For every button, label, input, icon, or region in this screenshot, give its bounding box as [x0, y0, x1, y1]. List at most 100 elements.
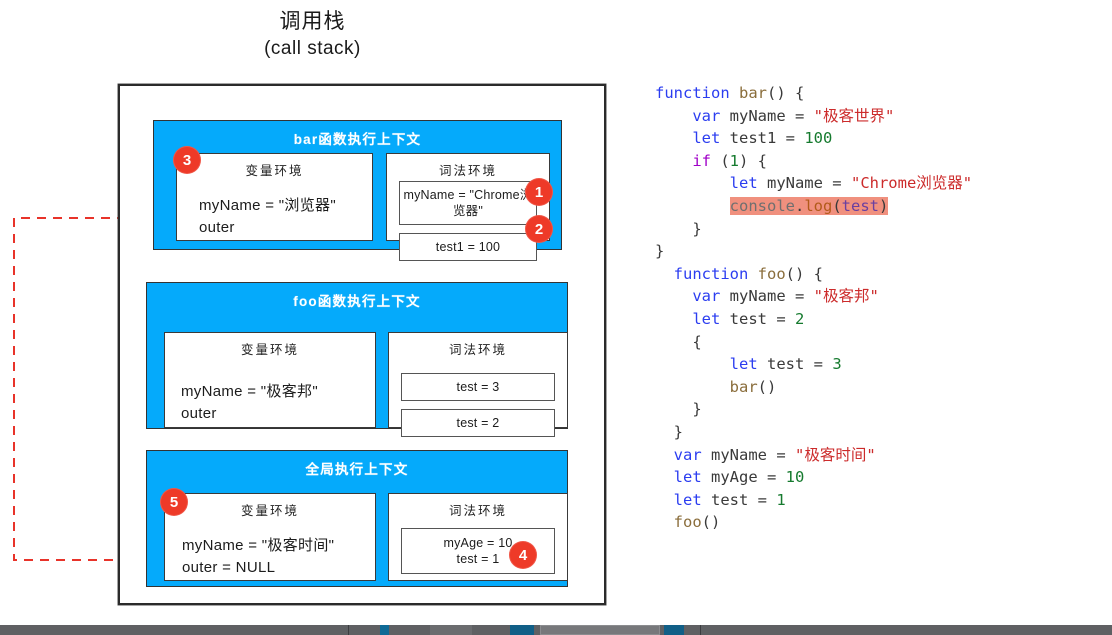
code-token: ) — [879, 196, 889, 215]
taskbar-item[interactable] — [430, 625, 472, 635]
step-badge-1: 1 — [525, 178, 553, 206]
source-code-panel: function bar() { var myName = "极客世界" let… — [655, 82, 1105, 534]
code-token: var — [655, 287, 730, 306]
code-line: } — [655, 398, 1105, 421]
code-line: foo() — [655, 511, 1105, 534]
code-line: bar() — [655, 376, 1105, 399]
code-token: 1 — [729, 151, 740, 170]
variable-environment-heading-foo: 变量环境 — [240, 343, 299, 357]
taskbar-window-field[interactable] — [540, 625, 660, 635]
code-token: var — [655, 106, 730, 125]
code-token: foo — [757, 264, 786, 283]
lexical-item: test1 = 100 — [399, 233, 537, 261]
code-token: test = — [711, 490, 777, 509]
code-token: log — [804, 196, 833, 215]
code-line: console.log(test) — [655, 195, 1105, 218]
code-token: let — [655, 468, 711, 487]
code-line: let test = 1 — [655, 489, 1105, 512]
code-line: function foo() { — [655, 263, 1105, 286]
code-line: } — [655, 240, 1105, 263]
code-token: } — [655, 422, 683, 441]
code-line: var myName = "极客邦" — [655, 285, 1105, 308]
code-token: test — [841, 196, 879, 215]
code-token: let — [655, 490, 711, 509]
variable-environment-bar: 变量环境 myName = "浏览器" outer 3 — [173, 146, 373, 241]
context-title-bar: bar函数执行上下文 — [293, 132, 422, 147]
page-title-cn: 调用栈 — [279, 10, 346, 33]
taskbar-item-highlight[interactable] — [510, 625, 534, 635]
code-line: { — [655, 331, 1105, 354]
code-token: 1 — [776, 490, 786, 509]
code-token: () — [757, 377, 777, 396]
lexical-environment-heading-foo: 词法环境 — [448, 343, 507, 357]
code-token: myName = — [711, 445, 795, 464]
variable-environment-foo: 变量环境 myName = "极客邦" outer — [164, 332, 376, 428]
code-token: "Chrome浏览器" — [850, 174, 973, 193]
var-env-line: outer = NULL — [182, 559, 276, 576]
taskbar-item-secondary[interactable] — [664, 625, 684, 635]
code-line: function bar() { — [655, 82, 1105, 105]
lexical-environment-bar: 词法环境 myName = "Chrome浏览器" test1 = 100 1 … — [386, 153, 553, 261]
taskbar-divider — [700, 625, 701, 635]
execution-context-bar[interactable]: bar函数执行上下文 变量环境 myName = "浏览器" outer 3 词… — [153, 120, 562, 261]
bottom-taskbar — [0, 625, 1112, 635]
code-line: let myAge = 10 — [655, 466, 1105, 489]
lexical-environment-global: 词法环境 myAge = 10 test = 1 4 — [388, 493, 568, 581]
code-token: console — [729, 196, 795, 215]
lexical-environment-foo: 词法环境 test = 3 test = 2 — [388, 332, 568, 437]
var-env-line: outer — [181, 405, 217, 422]
var-env-line: outer — [199, 219, 235, 236]
code-line: let test = 3 — [655, 353, 1105, 376]
step-badge-3: 3 — [173, 146, 201, 174]
code-token: ) { — [739, 151, 768, 170]
lexical-environment-heading-global: 词法环境 — [448, 504, 507, 518]
code-token: ( — [711, 151, 730, 170]
code-token: 10 — [785, 468, 805, 487]
code-token: myName = — [729, 287, 814, 306]
code-token: let — [655, 174, 767, 193]
code-token: myAge = — [711, 468, 786, 487]
code-token: () { — [767, 84, 805, 102]
code-token: foo — [673, 513, 702, 532]
code-token: let — [655, 355, 767, 374]
code-line: var myName = "极客世界" — [655, 105, 1105, 128]
page-title-en: (call stack) — [264, 38, 361, 59]
step-badge-2: 2 — [525, 215, 553, 243]
code-token: () { — [785, 264, 823, 283]
variable-environment-heading-bar: 变量环境 — [245, 164, 304, 178]
step-badge-4: 4 — [509, 541, 537, 569]
code-token: 2 — [794, 309, 805, 328]
code-token: bar — [739, 84, 767, 102]
code-token: } — [655, 242, 665, 261]
code-token: if — [655, 151, 711, 170]
code-line: if (1) { — [655, 150, 1105, 173]
code-token: myName = — [729, 106, 814, 125]
var-env-line: myName = "浏览器" — [199, 197, 336, 214]
taskbar-item-active[interactable] — [380, 625, 389, 635]
code-token: "极客世界" — [813, 106, 895, 125]
page-title: 调用栈 (call stack) — [0, 8, 625, 62]
code-token: function — [655, 264, 758, 283]
lexical-environment-heading-bar: 词法环境 — [438, 164, 497, 178]
variable-environment-global: 变量环境 myName = "极客时间" outer = NULL 5 — [160, 488, 376, 581]
step-badge-5: 5 — [160, 488, 188, 516]
code-token: 100 — [804, 129, 833, 148]
execution-context-foo[interactable]: foo函数执行上下文 变量环境 myName = "极客邦" outer 词法环… — [146, 282, 568, 437]
execution-context-global[interactable]: 全局执行上下文 变量环境 myName = "极客时间" outer = NUL… — [146, 450, 568, 587]
code-line: var myName = "极客时间" — [655, 444, 1105, 467]
code-token: myName = — [766, 174, 851, 193]
lexical-item: myName = "Chrome浏览器" — [399, 181, 537, 225]
code-token: var — [655, 445, 711, 464]
code-line: } — [655, 421, 1105, 444]
code-line: let test1 = 100 — [655, 127, 1105, 150]
code-line: let test = 2 — [655, 308, 1105, 331]
code-line: } — [655, 218, 1105, 241]
code-token: () — [701, 513, 721, 532]
code-token: test1 = — [729, 129, 805, 148]
var-env-line: myName = "极客邦" — [181, 383, 318, 400]
var-env-line: myName = "极客时间" — [182, 537, 335, 554]
lexical-item: test = 3 — [401, 373, 555, 401]
